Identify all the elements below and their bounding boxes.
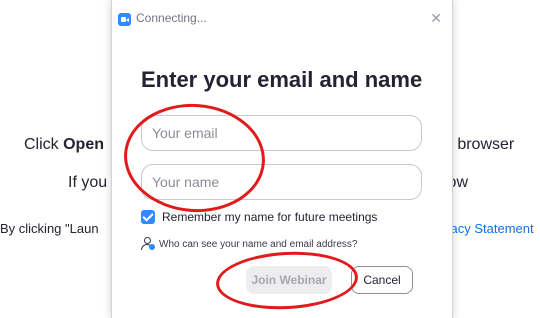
remember-name-checkbox[interactable]	[141, 210, 155, 224]
cancel-button[interactable]: Cancel	[351, 266, 413, 294]
zoom-app-icon	[118, 13, 131, 26]
instruction-line-1-tail: ir browser	[444, 136, 515, 153]
join-webinar-button[interactable]: Join Webinar	[246, 266, 332, 294]
instruction-line-1-bold: Open	[63, 136, 104, 153]
remember-name-row[interactable]: Remember my name for future meetings	[141, 209, 377, 225]
terms-line: By clicking "Laun	[0, 221, 99, 236]
privacy-statement-link[interactable]: vacy Statement	[444, 221, 534, 236]
people-icon	[141, 237, 155, 251]
instruction-line-2: If you	[68, 174, 108, 191]
name-field[interactable]	[141, 164, 422, 200]
connecting-dialog: Connecting... ✕ Enter your email and nam…	[111, 0, 453, 318]
who-can-see-label: Who can see your name and email address?	[159, 238, 358, 250]
instruction-line-1-prefix: Click	[24, 136, 64, 153]
window-title: Connecting...	[136, 11, 207, 25]
who-can-see-link[interactable]: Who can see your name and email address?	[141, 237, 357, 251]
dialog-heading: Enter your email and name	[141, 67, 423, 92]
close-icon[interactable]: ✕	[430, 10, 442, 27]
instruction-line-1: Click Open	[24, 136, 104, 154]
dialog-titlebar: Connecting... ✕	[112, 0, 452, 32]
email-field[interactable]	[141, 115, 422, 151]
remember-name-label: Remember my name for future meetings	[162, 210, 378, 224]
